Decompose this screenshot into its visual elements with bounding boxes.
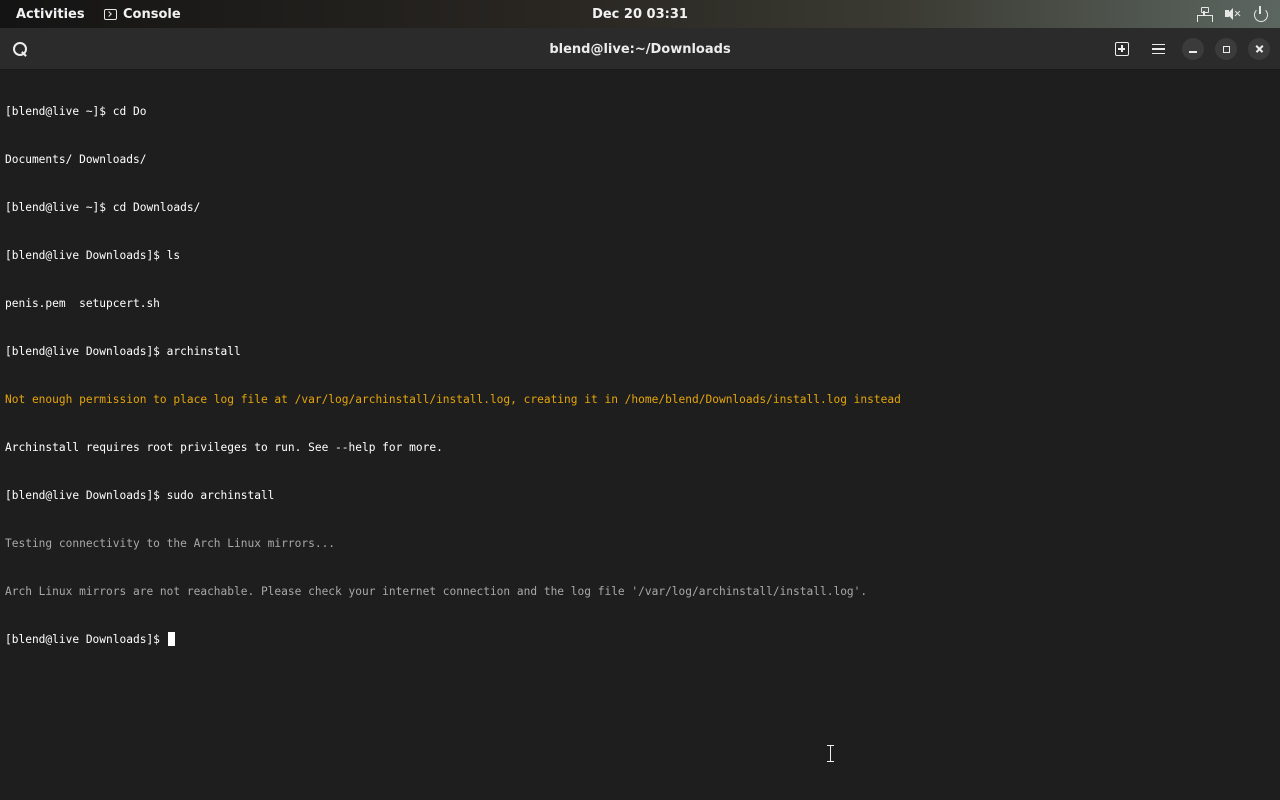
text-cursor (167, 632, 175, 646)
terminal-line: penis.pem setupcert.sh (5, 297, 160, 310)
minimize-icon (1182, 38, 1204, 60)
close-button[interactable] (1248, 28, 1270, 70)
power-icon[interactable] (1252, 6, 1268, 22)
system-tray[interactable] (1196, 0, 1268, 28)
terminal-line: [blend@live Downloads]$ ls (5, 249, 181, 262)
maximize-button[interactable] (1215, 28, 1237, 70)
terminal-app-icon (104, 8, 117, 20)
close-icon (1248, 38, 1270, 60)
main-menu-button[interactable] (1144, 28, 1172, 70)
window-title: blend@live:~/Downloads (549, 41, 731, 57)
minimize-button[interactable] (1182, 28, 1204, 70)
activities-button[interactable]: Activities (16, 0, 85, 28)
terminal-line: [blend@live Downloads]$ sudo archinstall (5, 489, 275, 502)
clock-button[interactable]: Dec 20 03:31 (592, 7, 688, 22)
terminal-line: [blend@live ~]$ cd Do (5, 105, 147, 118)
terminal-line: [blend@live Downloads]$ archinstall (5, 345, 241, 358)
terminal-info-line: Arch Linux mirrors are not reachable. Pl… (5, 585, 868, 598)
terminal-output[interactable]: [blend@live ~]$ cd Do Documents/ Downloa… (0, 70, 1280, 800)
speaker-muted-icon[interactable] (1224, 6, 1241, 22)
new-tab-button[interactable] (1108, 28, 1136, 70)
hamburger-menu-icon (1151, 43, 1165, 55)
shell-prompt: [blend@live Downloads]$ (5, 633, 167, 646)
top-bar: Activities Console Dec 20 03:31 (0, 0, 1280, 28)
terminal-warning-line: Not enough permission to place log file … (5, 393, 901, 406)
terminal-info-line: Testing connectivity to the Arch Linux m… (5, 537, 336, 550)
clock-container: Dec 20 03:31 (0, 0, 1280, 28)
terminal-line: [blend@live ~]$ cd Downloads/ (5, 201, 201, 214)
app-menu-button[interactable]: Console (104, 0, 181, 28)
search-icon (12, 41, 28, 57)
terminal-line: Archinstall requires root privileges to … (5, 441, 443, 454)
ibeam-cursor-icon (826, 745, 835, 762)
terminal-prompt-line[interactable]: [blend@live Downloads]$ (5, 632, 1275, 648)
app-menu-label: Console (123, 6, 181, 22)
network-icon[interactable] (1196, 6, 1213, 22)
maximize-icon (1215, 38, 1237, 60)
search-button[interactable] (6, 28, 34, 70)
new-tab-icon (1115, 42, 1129, 56)
terminal-line: Documents/ Downloads/ (5, 153, 147, 166)
terminal-headerbar: blend@live:~/Downloads (0, 28, 1280, 70)
